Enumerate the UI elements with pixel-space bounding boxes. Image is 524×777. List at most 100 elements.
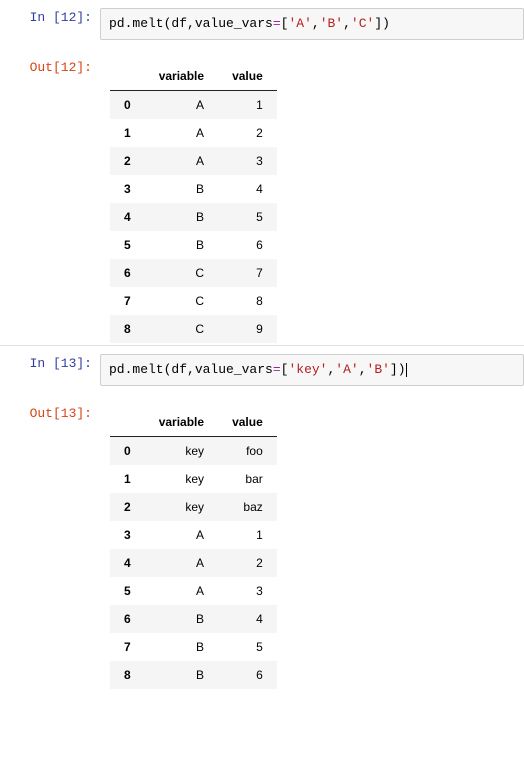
- table-row: 2keybaz: [110, 493, 277, 521]
- cell: 6: [218, 231, 277, 259]
- cell: 1: [218, 521, 277, 549]
- code-token: ,: [343, 16, 351, 31]
- row-index: 6: [110, 259, 145, 287]
- cell: C: [145, 259, 218, 287]
- cell: A: [145, 549, 218, 577]
- table-row: 1keybar: [110, 465, 277, 493]
- cell: 4: [218, 605, 277, 633]
- code-token: ]: [390, 362, 398, 377]
- table-row: 7B5: [110, 633, 277, 661]
- row-index: 8: [110, 315, 145, 343]
- code-token: ): [398, 362, 406, 377]
- cell: 3: [218, 577, 277, 605]
- text-cursor: [406, 363, 407, 377]
- table-row: 1A2: [110, 119, 277, 147]
- table-row: 6B4: [110, 605, 277, 633]
- row-index: 5: [110, 231, 145, 259]
- table-row: 5B6: [110, 231, 277, 259]
- code-token: =: [273, 16, 281, 31]
- code-token: 'A': [288, 16, 311, 31]
- col-header: variable: [145, 62, 218, 91]
- row-index: 1: [110, 119, 145, 147]
- code-token: ,: [359, 362, 367, 377]
- table-row: 0A1: [110, 91, 277, 120]
- table-row: 6C7: [110, 259, 277, 287]
- cell: B: [145, 605, 218, 633]
- dataframe-table: variable value 0keyfoo 1keybar 2keybaz 3…: [110, 408, 277, 689]
- cell: 2: [218, 549, 277, 577]
- code-token: ]: [374, 16, 382, 31]
- output-cell-13: Out[13]: variable value 0keyfoo 1keybar …: [0, 396, 524, 699]
- table-row: 2A3: [110, 147, 277, 175]
- row-index: 4: [110, 203, 145, 231]
- output-prompt: Out[13]:: [0, 400, 100, 689]
- row-index: 4: [110, 549, 145, 577]
- index-corner: [110, 62, 145, 91]
- table-row: 0keyfoo: [110, 437, 277, 466]
- row-index: 3: [110, 175, 145, 203]
- dataframe-table: variable value 0A1 1A2 2A3 3B4 4B5 5B6 6…: [110, 62, 277, 343]
- code-token: df,: [171, 362, 194, 377]
- code-token: ): [382, 16, 390, 31]
- code-token: 'B': [320, 16, 343, 31]
- cell: foo: [218, 437, 277, 466]
- code-token: 'A': [335, 362, 358, 377]
- row-index: 2: [110, 493, 145, 521]
- cell: A: [145, 147, 218, 175]
- table-row: 8C9: [110, 315, 277, 343]
- code-token: df,: [171, 16, 194, 31]
- row-index: 5: [110, 577, 145, 605]
- code-token: value_vars: [195, 362, 273, 377]
- cell: B: [145, 661, 218, 689]
- cell: A: [145, 577, 218, 605]
- table-row: 4B5: [110, 203, 277, 231]
- cell: C: [145, 287, 218, 315]
- cell: 5: [218, 203, 277, 231]
- row-index: 8: [110, 661, 145, 689]
- code-input[interactable]: pd.melt(df,value_vars=['A','B','C']): [100, 8, 524, 40]
- cell: A: [145, 119, 218, 147]
- input-cell-13: In [13]: pd.melt(df,value_vars=['key','A…: [0, 346, 524, 396]
- cell: 1: [218, 91, 277, 120]
- code-token: =: [273, 362, 281, 377]
- cell: 3: [218, 147, 277, 175]
- cell: A: [145, 91, 218, 120]
- cell: A: [145, 521, 218, 549]
- cell: 8: [218, 287, 277, 315]
- cell: B: [145, 231, 218, 259]
- code-token: ,: [312, 16, 320, 31]
- table-row: 7C8: [110, 287, 277, 315]
- row-index: 2: [110, 147, 145, 175]
- cell: 5: [218, 633, 277, 661]
- col-header: value: [218, 408, 277, 437]
- table-row: 4A2: [110, 549, 277, 577]
- row-index: 7: [110, 287, 145, 315]
- code-token: 'key': [288, 362, 327, 377]
- code-token: value_vars: [195, 16, 273, 31]
- row-index: 1: [110, 465, 145, 493]
- input-prompt: In [12]:: [0, 4, 100, 40]
- index-corner: [110, 408, 145, 437]
- cell: B: [145, 203, 218, 231]
- input-prompt: In [13]:: [0, 350, 100, 386]
- cell: 9: [218, 315, 277, 343]
- row-index: 7: [110, 633, 145, 661]
- cell: 6: [218, 661, 277, 689]
- code-token: 'C': [351, 16, 374, 31]
- output-prompt: Out[12]:: [0, 54, 100, 343]
- code-token: pd.melt: [109, 16, 164, 31]
- col-header: variable: [145, 408, 218, 437]
- table-row: 5A3: [110, 577, 277, 605]
- col-header: value: [218, 62, 277, 91]
- cell: C: [145, 315, 218, 343]
- cell: B: [145, 175, 218, 203]
- cell: 4: [218, 175, 277, 203]
- table-row: 3B4: [110, 175, 277, 203]
- code-input[interactable]: pd.melt(df,value_vars=['key','A','B']): [100, 354, 524, 386]
- row-index: 0: [110, 91, 145, 120]
- cell: key: [145, 493, 218, 521]
- cell: 7: [218, 259, 277, 287]
- output-cell-12: Out[12]: variable value 0A1 1A2 2A3 3B4 …: [0, 50, 524, 346]
- table-row: 3A1: [110, 521, 277, 549]
- cell: key: [145, 437, 218, 466]
